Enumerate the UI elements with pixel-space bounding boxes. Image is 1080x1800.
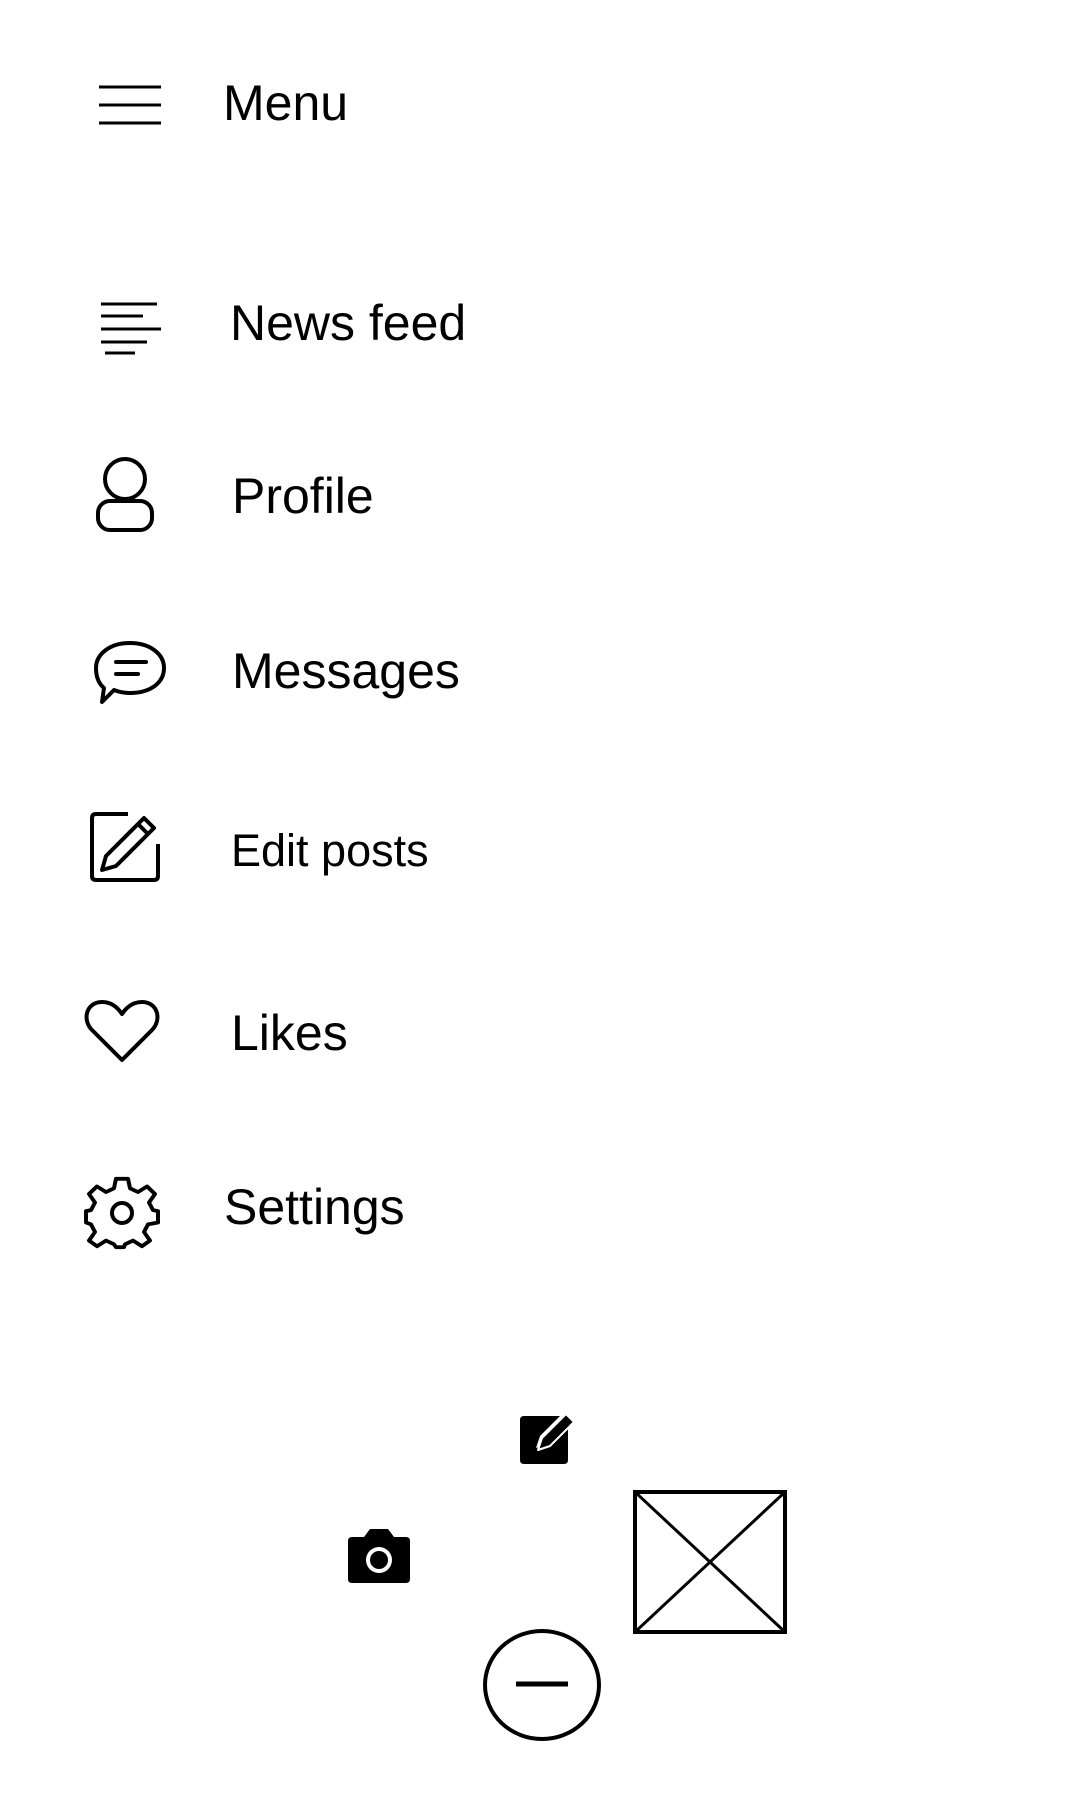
menu-item-profile[interactable]: Profile <box>90 455 590 545</box>
news-feed-icon <box>97 296 163 356</box>
menu-item-label: Edit posts <box>231 825 429 876</box>
menu-item-edit-posts[interactable]: Edit posts <box>80 810 600 900</box>
compose-icon[interactable] <box>516 1410 578 1466</box>
gear-icon <box>84 1175 160 1251</box>
menu-item-likes[interactable]: Likes <box>80 990 580 1080</box>
camera-icon[interactable] <box>344 1527 414 1585</box>
heart-icon <box>84 998 160 1064</box>
menu-item-news-feed[interactable]: News feed <box>90 290 590 360</box>
page-title: Menu <box>223 75 349 131</box>
image-placeholder-icon[interactable] <box>633 1490 787 1634</box>
chat-bubble-icon <box>92 638 168 714</box>
menu-item-label: Messages <box>232 643 460 699</box>
edit-square-icon <box>88 810 164 886</box>
minus-circle-icon[interactable] <box>482 1628 602 1742</box>
menu-item-settings[interactable]: Settings <box>80 1165 580 1255</box>
menu-item-messages[interactable]: Messages <box>90 630 590 720</box>
menu-item-label: Settings <box>224 1179 405 1235</box>
menu-item-label: Profile <box>232 468 374 524</box>
person-icon <box>95 457 155 533</box>
menu-toggle[interactable]: Menu <box>90 70 390 140</box>
menu-item-label: News feed <box>230 295 467 351</box>
hamburger-icon[interactable] <box>97 84 163 128</box>
menu-item-label: Likes <box>231 1005 348 1061</box>
